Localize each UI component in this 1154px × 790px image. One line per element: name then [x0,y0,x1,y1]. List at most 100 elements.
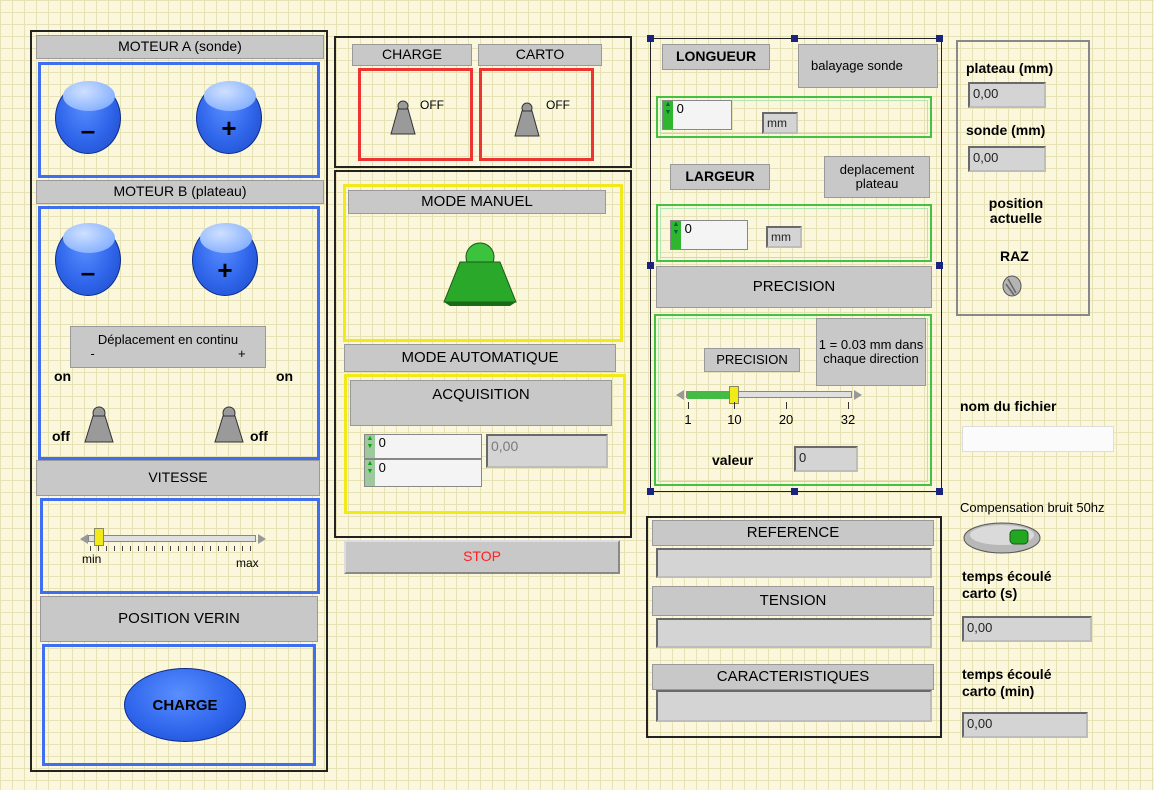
plus-sign: + [221,113,237,143]
largeur-title: LARGEUR [670,164,770,190]
resize-handle[interactable] [791,35,798,42]
precision-title: PRECISION [656,266,932,308]
acquisition-value-1: 0 [378,435,386,450]
moteur-b-minus-button[interactable]: – [55,223,121,296]
longueur-value: 0 [676,101,684,116]
moteur-a-title: MOTEUR A (sonde) [36,35,324,59]
moteur-a-minus-button[interactable]: – [55,81,121,154]
slider-arrow-right [854,390,862,400]
moteur-b-plus-button[interactable]: + [192,223,258,296]
longueur-input[interactable]: ▲ ▼ 0 [662,100,732,130]
temps-s-value: 0,00 [962,616,1092,642]
slider-arrow-left [80,534,88,544]
slider-arrow-left [676,390,684,400]
button-cap [200,223,252,253]
resize-handle[interactable] [936,35,943,42]
continu-minus: - [90,346,95,361]
continu-plus: + [238,346,246,361]
mode-auto-title: MODE AUTOMATIQUE [344,344,616,372]
precision-tick-label: 1 [684,412,692,427]
button-cap [63,223,115,253]
carto-toggle-switch[interactable] [512,100,542,138]
resize-handle[interactable] [791,488,798,495]
raz-label: RAZ [1000,248,1029,264]
carto-state: OFF [546,98,570,112]
compensation-label: Compensation bruit 50hz [960,500,1105,515]
precision-tick-mark [848,402,849,409]
slider-ticks [90,546,256,551]
caracteristiques-title: CARACTERISTIQUES [652,664,934,690]
precision-tick-label: 20 [778,412,794,427]
continu-signs: - + [90,346,246,361]
on-right-label: on [276,368,294,384]
spinner-icon[interactable]: ▲ ▼ [365,460,375,486]
plus-sign: + [217,255,233,285]
valeur-field: 0 [794,446,858,472]
largeur-desc: deplacement plateau [824,156,930,198]
precision-slider[interactable]: 1 10 20 32 [676,386,870,440]
continu-plus-toggle[interactable] [212,404,246,444]
moteur-b-title: MOTEUR B (plateau) [36,180,324,204]
resize-handle[interactable] [936,262,943,269]
largeur-input[interactable]: ▲ ▼ 0 [670,220,748,250]
charge-button[interactable]: CHARGE [124,668,246,742]
tension-title: TENSION [652,586,934,616]
largeur-unit: mm [766,226,802,248]
raz-button[interactable] [1000,274,1024,298]
on-left-label: on [54,368,72,384]
slider-track [88,535,256,542]
mode-manuel-title: MODE MANUEL [348,190,606,214]
longueur-title: LONGUEUR [662,44,770,70]
caracteristiques-field [656,690,932,722]
acquisition-button[interactable]: ACQUISITION [350,380,612,426]
continu-header: Déplacement en continu - + [70,326,266,368]
resize-handle[interactable] [936,488,943,495]
charge-toggle-switch[interactable] [388,98,418,136]
temps-min-value: 0,00 [962,712,1088,738]
reference-title: REFERENCE [652,520,934,546]
verin-title: POSITION VERIN [40,596,318,642]
precision-fill [687,392,735,399]
resize-handle[interactable] [647,262,654,269]
position-caption: position actuelle [988,195,1044,227]
sonde-label: sonde (mm) [966,122,1046,138]
longueur-desc: balayage sonde [798,44,938,88]
spinner-icon[interactable]: ▲ ▼ [663,101,673,129]
acquisition-input-1[interactable]: ▲ ▼ 0 [364,434,482,459]
charge-toggle-label: CHARGE [352,44,472,66]
charge-state: OFF [420,98,444,112]
plateau-label: plateau (mm) [966,60,1054,76]
compensation-toggle[interactable] [962,520,1042,556]
spinner-icon[interactable]: ▲ ▼ [365,435,375,458]
largeur-value: 0 [684,221,692,236]
fichier-input[interactable] [962,426,1114,452]
carto-toggle-label: CARTO [478,44,602,66]
off-left-label: off [52,428,70,444]
vitesse-max: max [236,556,259,570]
acquisition-input-2[interactable]: ▲ ▼ 0 [364,459,482,487]
vitesse-thumb[interactable] [94,528,105,546]
precision-tick-mark [688,402,689,409]
precision-tick-mark [786,402,788,409]
temps-min-label: temps écoulé carto (min) [962,666,1052,699]
mode-manuel-switch[interactable] [436,240,524,306]
valeur-label: valeur [712,452,754,468]
temps-s-label: temps écoulé carto (s) [962,568,1052,601]
stop-button[interactable]: STOP [344,540,620,574]
tension-field [656,618,932,648]
spinner-icon[interactable]: ▲ ▼ [671,221,681,249]
precision-note: 1 = 0.03 mm dans chaque direction [816,318,926,386]
button-cap [63,81,115,111]
off-right-label: off [250,428,268,444]
plateau-value: 0,00 [968,82,1046,108]
continu-minus-toggle[interactable] [82,404,116,444]
resize-handle[interactable] [647,488,654,495]
vitesse-slider[interactable]: min max [80,524,270,572]
acquisition-result: 0,00 [486,434,608,468]
moteur-a-plus-button[interactable]: + [196,81,262,154]
charge-button-label: CHARGE [152,696,218,714]
resize-handle[interactable] [647,35,654,42]
vitesse-min: min [82,552,102,566]
button-cap [204,81,256,111]
longueur-unit: mm [762,112,798,134]
